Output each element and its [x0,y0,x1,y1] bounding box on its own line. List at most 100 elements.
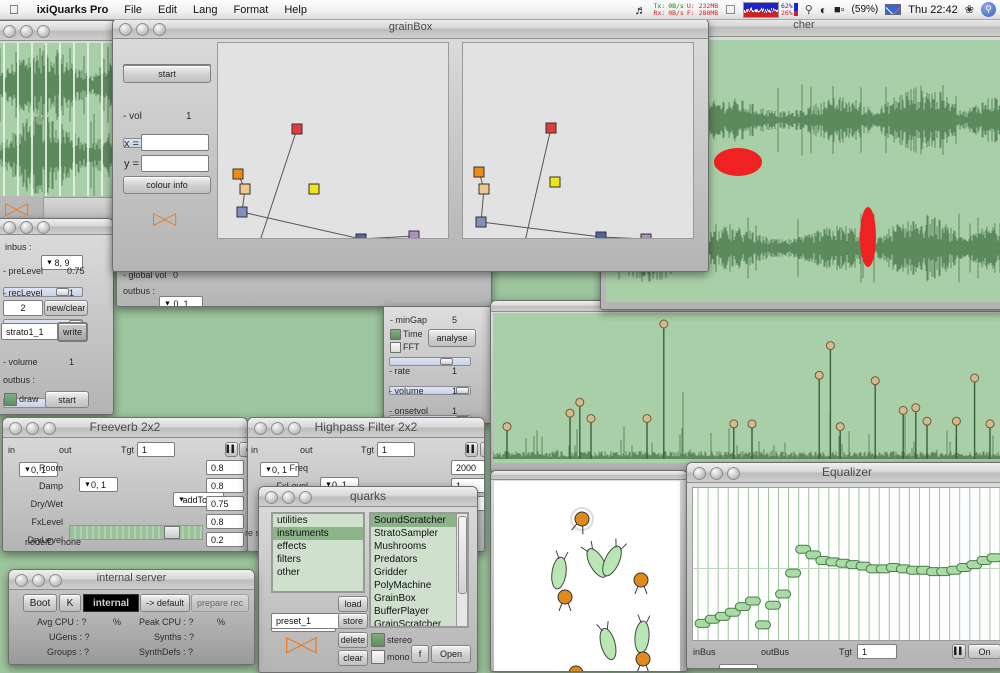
menubar-status-area[interactable]: ♬ Tx: Rx: 0B/s 0B/s U: 232MB F: 280MB ☐ … [634,0,1000,19]
window-equalizer[interactable]: Equalizer inBus ▼ 0, 1 outBus ▼ 0, 1 Tgt… [686,462,1000,669]
eq-tgt-field[interactable]: 1 [857,644,897,659]
quarks-store-button[interactable]: store [338,613,368,629]
prepare-rec-button[interactable]: prepare rec [191,594,249,612]
mono-checkbox[interactable] [371,650,385,664]
bluetooth-icon[interactable]: ❀ [965,3,974,16]
quarks-category-item[interactable]: filters [273,553,363,566]
quarks-list-item[interactable]: Predators [371,553,467,566]
quarks-list-item[interactable]: GrainBox [371,592,467,605]
window-internal-server[interactable]: internal server Boot K internal -> defau… [8,569,255,665]
quarks-scrollbar-thumb[interactable] [458,516,467,594]
window-controls[interactable] [3,25,50,38]
quarks-item-list[interactable]: SoundScratcher StratoSampler Mushrooms Pred… [369,512,469,628]
midpanel-outbus-popup[interactable]: ▼ 0, 1 [159,296,203,306]
menu-app-title[interactable]: ixiQuarks Pro [29,0,117,19]
quarks-list-item[interactable]: Gridder [371,566,467,579]
headphones-icon[interactable]: ♬ [634,3,646,17]
equalizer-plot[interactable] [692,487,1000,641]
stereo-checkbox[interactable] [371,633,385,647]
colour-info-button[interactable]: colour info [123,176,211,194]
quarks-list-item[interactable]: PolyMachine [371,579,467,592]
titlebar-predators[interactable] [491,471,687,480]
server-name-display[interactable]: internal [83,594,139,612]
quarks-category-item[interactable]: utilities [273,514,363,527]
default-button[interactable]: -> default [140,594,190,612]
analyse-button[interactable]: analyse [428,329,476,347]
param-value-damp[interactable]: 0.8 [206,478,244,493]
close-button[interactable] [3,221,16,234]
x-input[interactable] [141,134,209,151]
minimize-button[interactable] [20,25,33,38]
titlebar-left-waveform[interactable] [0,21,121,41]
freeverb-out-popup[interactable]: ▼ 0, 1 [79,477,118,492]
param-value-fxlevel[interactable]: 0.8 [206,514,244,529]
recorder-start-button[interactable]: start [45,391,89,408]
titlebar-internal-server[interactable]: internal server [9,570,254,590]
quarks-category-item[interactable]: instruments [273,527,363,540]
zoom-button[interactable] [37,221,50,234]
close-button[interactable] [3,25,16,38]
boot-button[interactable]: Boot [23,594,57,612]
quarks-category-item[interactable]: other [273,566,363,579]
write-button[interactable]: write [57,322,88,342]
quarks-item-scrollbar[interactable] [456,514,467,626]
kill-button[interactable]: K [59,594,81,612]
titlebar-equalizer[interactable]: Equalizer [687,463,1000,483]
param-value-room[interactable]: 0.8 [206,460,244,475]
quarks-delete-button[interactable]: delete [338,632,368,648]
highpass-pause-button[interactable]: ▌▌ [465,442,478,457]
minimize-button[interactable] [20,221,33,234]
quarks-list-item[interactable]: Mushrooms [371,540,467,553]
slider-knob[interactable] [164,526,181,539]
quarks-list-item[interactable]: BufferPlayer [371,605,467,618]
name-field[interactable]: strato1_1 [1,323,59,340]
quarks-category-item[interactable]: effects [273,540,363,553]
wifi-icon[interactable]: ◐ [820,3,827,17]
grainbox-canvas-left[interactable] [217,42,449,239]
apple-icon[interactable]:  [0,0,29,19]
battery-icon[interactable]: ■▫ [834,4,845,16]
y-input[interactable] [141,155,209,172]
quarks-open-button[interactable]: Open [431,645,471,663]
menu-item-format[interactable]: Format [225,0,276,19]
menubar-clock[interactable]: Thu 22:42 [908,4,958,16]
titlebar-quarks[interactable]: quarks [259,487,477,507]
titlebar-freeverb[interactable]: Freeverb 2x2 [3,418,247,438]
window-freeverb[interactable]: Freeverb 2x2 in ▼ 0, 1 out ▼ 0, 1 Tgt 1 … [2,417,248,552]
grainbox-canvas-right[interactable] [462,42,694,239]
binoculars-icon[interactable]: ⚲ [805,3,813,16]
param-value-drylevel[interactable]: 0.2 [206,532,244,547]
window-controls-recorder[interactable] [3,221,50,234]
highpass-power-button[interactable]: On [480,442,484,457]
count-field[interactable]: 2 [3,300,43,316]
zoom-button[interactable] [37,25,50,38]
spotlight-search-icon[interactable]: ⚲ [981,2,996,17]
param-value-drywet[interactable]: 0.75 [206,496,244,511]
predators-canvas[interactable] [494,481,680,671]
window-recorder[interactable]: inbus : ▼ 8, 9 - preLevel 0.75 - recLeve… [0,218,114,415]
quarks-list-item[interactable]: StratoSampler [371,527,467,540]
quarks-list-item[interactable]: GrainScratcher [371,618,467,626]
display-icon[interactable]: ☐ [725,3,736,17]
menu-item-file[interactable]: File [116,0,150,19]
quarks-clear-button[interactable]: clear [338,650,368,666]
newclear-button[interactable]: new/clear [44,300,88,316]
rate-knob[interactable] [440,358,453,365]
onset-display[interactable] [493,313,1000,463]
quarks-load-button[interactable]: load [338,596,368,612]
menubar[interactable]:  ixiQuarks Pro File Edit Lang Format He… [0,0,1000,20]
window-analyser[interactable]: - minGap 5 Time FFT analyse - rate 1 - v… [383,306,492,424]
rate-slider[interactable] [389,357,471,366]
menu-item-lang[interactable]: Lang [185,0,225,19]
network-monitor[interactable]: Tx: Rx: 0B/s 0B/s U: 232MB F: 280MB [653,2,718,17]
menu-item-edit[interactable]: Edit [150,0,185,19]
highpass-tgt-field[interactable]: 1 [377,442,415,457]
analyser-volume-knob[interactable] [456,387,469,394]
quarks-preset-name-field[interactable]: preset_1 [271,613,340,629]
eq-power-button[interactable]: On [968,644,1000,659]
draw-checkbox[interactable] [4,393,17,406]
param-value-freq[interactable]: 2000 [451,460,484,475]
eq-pause-button[interactable]: ▌▌ [952,644,966,659]
window-onset-analysis[interactable] [490,300,1000,472]
menu-item-help[interactable]: Help [276,0,315,19]
